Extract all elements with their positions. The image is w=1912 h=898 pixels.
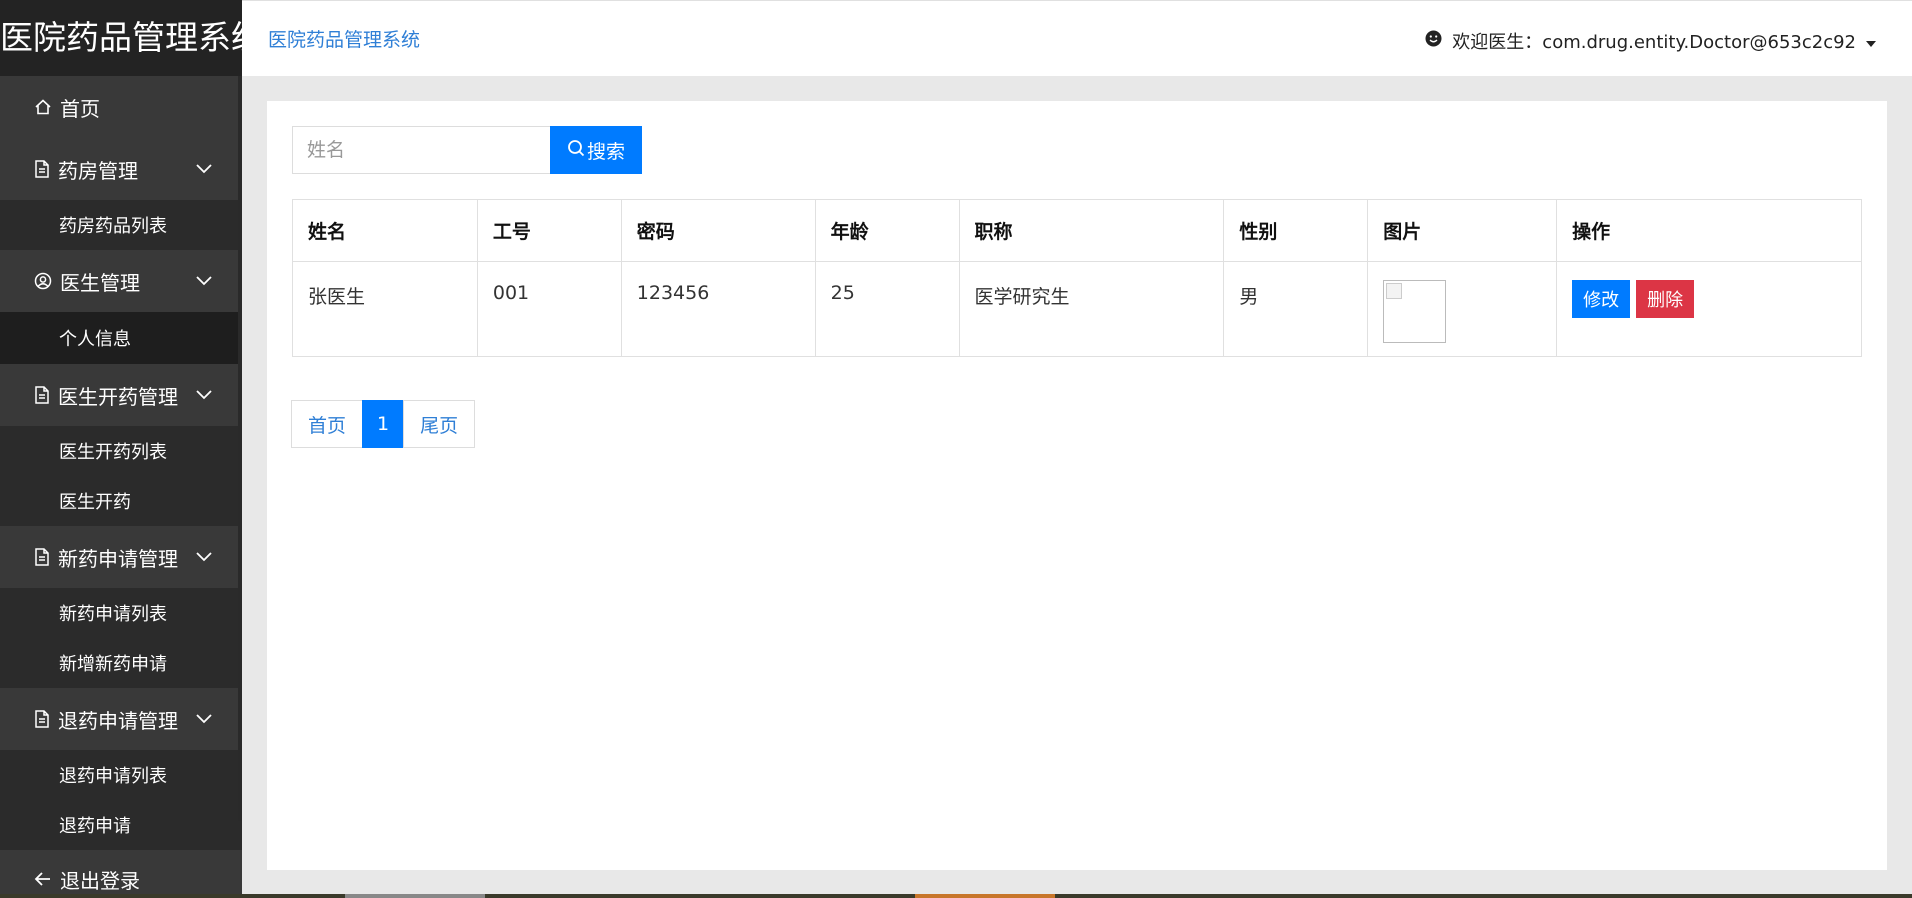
column-header-title: 职称 <box>958 199 1225 262</box>
sidebar-item-personal-info[interactable]: 个人信息 <box>0 312 242 364</box>
sidebar-group-label: 药房管理 <box>58 158 138 183</box>
arrow-left-icon <box>34 871 52 887</box>
cell-password: 123456 <box>620 261 816 357</box>
sidebar-scrollbar[interactable] <box>238 76 242 821</box>
sidebar-group-prescription: 医生开药管理 医生开药列表 医生开药 <box>0 364 242 526</box>
sidebar-item-label: 退出登录 <box>60 868 140 893</box>
search-input[interactable] <box>292 126 550 174</box>
sidebar-group-label: 退药申请管理 <box>58 708 178 733</box>
page-current[interactable]: 1 <box>362 400 405 448</box>
row-actions: 修改 删除 <box>1572 280 1861 318</box>
sidebar-subitems: 退药申请列表 退药申请 <box>0 750 242 850</box>
page-last[interactable]: 尾页 <box>403 400 476 448</box>
search-icon <box>567 139 587 162</box>
chevron-down-icon <box>196 276 212 286</box>
search-bar: 搜索 <box>292 126 642 174</box>
cell-age: 25 <box>814 261 960 357</box>
taskbar-segment <box>915 894 1055 898</box>
sidebar-item-return-apply[interactable]: 退药申请 <box>0 800 242 850</box>
sidebar-item-logout[interactable]: 退出登录 <box>0 850 242 898</box>
sidebar-group-doctor: 医生管理 个人信息 <box>0 250 242 364</box>
app-logo: 医院药品管理系统 <box>0 0 242 76</box>
column-header-id: 工号 <box>476 199 622 262</box>
sidebar-group-head-new-drug[interactable]: 新药申请管理 <box>0 526 242 588</box>
sidebar-subitems: 新药申请列表 新增新药申请 <box>0 588 242 688</box>
cell-actions: 修改 删除 <box>1556 261 1862 357</box>
doctor-table: 姓名 工号 密码 年龄 职称 性别 图片 操作 张医生 001 123456 2… <box>292 199 1862 357</box>
sidebar-item-return-list[interactable]: 退药申请列表 <box>0 750 242 800</box>
sidebar: 医院药品管理系统 首页 药房管理 药房药品列表 医生管理 个人信息 医生开药管理… <box>0 0 242 898</box>
home-icon <box>34 98 52 116</box>
sidebar-group-new-drug: 新药申请管理 新药申请列表 新增新药申请 <box>0 526 242 688</box>
column-header-gender: 性别 <box>1223 199 1369 262</box>
column-header-password: 密码 <box>620 199 816 262</box>
smile-icon <box>1425 30 1442 52</box>
sidebar-item-home[interactable]: 首页 <box>0 76 242 138</box>
broken-image-icon <box>1383 280 1447 343</box>
sidebar-item-prescribe[interactable]: 医生开药 <box>0 476 242 526</box>
sidebar-item-add-new-drug[interactable]: 新增新药申请 <box>0 638 242 688</box>
sidebar-item-new-drug-list[interactable]: 新药申请列表 <box>0 588 242 638</box>
sidebar-group-label: 医生管理 <box>60 270 140 295</box>
top-header: 医院药品管理系统 欢迎医生：com.drug.entity.Doctor@653… <box>242 0 1912 76</box>
delete-button[interactable]: 删除 <box>1636 280 1695 318</box>
document-icon <box>34 160 50 178</box>
sidebar-subitems: 医生开药列表 医生开药 <box>0 426 242 526</box>
pagination: 首页 1 尾页 <box>291 400 476 448</box>
search-button-label: 搜索 <box>586 140 625 163</box>
sidebar-item-label: 首页 <box>60 96 100 121</box>
sidebar-group-head-prescription[interactable]: 医生开药管理 <box>0 364 242 426</box>
document-icon <box>34 548 50 566</box>
sidebar-item-prescription-list[interactable]: 医生开药列表 <box>0 426 242 476</box>
sidebar-group-pharmacy: 药房管理 药房药品列表 <box>0 138 242 250</box>
chevron-down-icon <box>196 552 212 562</box>
chevron-down-icon <box>196 390 212 400</box>
column-header-actions: 操作 <box>1556 199 1862 262</box>
sidebar-group-label: 新药申请管理 <box>58 546 178 571</box>
sidebar-group-head-doctor[interactable]: 医生管理 <box>0 250 242 312</box>
user-menu[interactable]: 欢迎医生：com.drug.entity.Doctor@653c2c92 <box>1425 28 1876 54</box>
sidebar-group-label: 医生开药管理 <box>58 384 178 409</box>
column-header-image: 图片 <box>1367 199 1558 262</box>
sidebar-subitems: 药房药品列表 <box>0 200 242 250</box>
taskbar-segment <box>345 894 485 898</box>
user-circle-icon <box>34 272 52 290</box>
cell-name: 张医生 <box>292 261 478 357</box>
cell-gender: 男 <box>1223 261 1369 357</box>
bottom-strip <box>0 894 1912 898</box>
chevron-down-icon <box>196 714 212 724</box>
sidebar-subitems: 个人信息 <box>0 312 242 364</box>
column-header-age: 年龄 <box>814 199 960 262</box>
table-header-row: 姓名 工号 密码 年龄 职称 性别 图片 操作 <box>292 199 1862 262</box>
content-panel: 搜索 姓名 工号 密码 年龄 职称 性别 图片 操作 张医生 001 12345 <box>267 101 1887 870</box>
caret-down-icon <box>1866 31 1876 52</box>
sidebar-group-head-return[interactable]: 退药申请管理 <box>0 688 242 750</box>
sidebar-group-head-pharmacy[interactable]: 药房管理 <box>0 138 242 200</box>
sidebar-menu: 首页 药房管理 药房药品列表 医生管理 个人信息 医生开药管理 医生开药列表 医… <box>0 76 242 898</box>
welcome-text: 欢迎医生：com.drug.entity.Doctor@653c2c92 <box>1452 32 1856 53</box>
chevron-down-icon <box>196 164 212 174</box>
page-first[interactable]: 首页 <box>291 400 364 448</box>
header-title[interactable]: 医院药品管理系统 <box>268 25 420 52</box>
sidebar-group-return: 退药申请管理 退药申请列表 退药申请 <box>0 688 242 850</box>
sidebar-item-pharmacy-drug-list[interactable]: 药房药品列表 <box>0 200 242 250</box>
table-row: 张医生 001 123456 25 医学研究生 男 修改 删除 <box>292 261 1862 357</box>
column-header-name: 姓名 <box>292 199 478 262</box>
document-icon <box>34 710 50 728</box>
document-icon <box>34 386 50 404</box>
edit-button[interactable]: 修改 <box>1572 280 1631 318</box>
cell-id: 001 <box>476 261 622 357</box>
cell-image <box>1367 261 1558 357</box>
search-button[interactable]: 搜索 <box>550 126 642 174</box>
cell-title: 医学研究生 <box>958 261 1225 357</box>
